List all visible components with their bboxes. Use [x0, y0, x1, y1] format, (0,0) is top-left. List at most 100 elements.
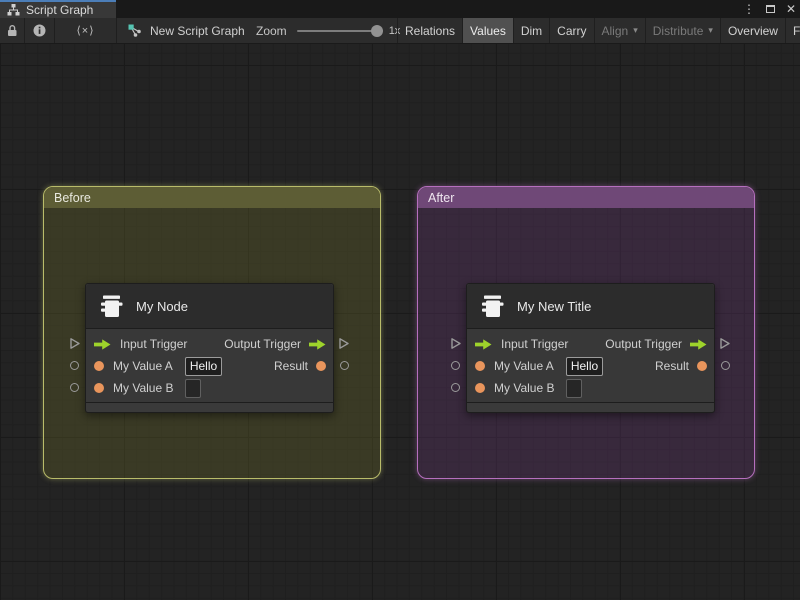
- group-after-label: After: [428, 190, 455, 205]
- zoom-slider-track: [296, 29, 383, 32]
- value-a-port[interactable]: My Value A: [467, 356, 603, 376]
- overview-button[interactable]: Overview: [719, 18, 785, 43]
- result-label: Result: [654, 359, 689, 373]
- values-button[interactable]: Values: [462, 18, 513, 43]
- fullscreen-button[interactable]: Full Scr: [784, 18, 800, 43]
- output-trigger-port[interactable]: Output Trigger: [605, 337, 714, 351]
- result-label: Result: [273, 359, 308, 373]
- node-header[interactable]: My New Title: [467, 284, 714, 329]
- overview-label: Overview: [727, 23, 778, 38]
- node-header[interactable]: My Node: [86, 284, 333, 329]
- dim-label: Dim: [520, 23, 543, 38]
- external-value-a-port[interactable]: [70, 361, 79, 370]
- window-maximize-button[interactable]: [763, 1, 777, 17]
- titlebar: Script Graph ⋮ ✕: [0, 0, 800, 18]
- unit-node-icon: [479, 294, 506, 319]
- distribute-label: Distribute: [652, 23, 704, 38]
- zoom-slider-handle[interactable]: [370, 24, 383, 37]
- window-controls: ⋮ ✕: [742, 0, 798, 18]
- tab-script-graph[interactable]: Script Graph: [0, 0, 116, 18]
- distribute-dropdown-button[interactable]: Distribute ▾: [644, 18, 720, 43]
- node-my-new-title[interactable]: My New Title Input Trigger Output Trigge…: [451, 283, 730, 413]
- window-close-button[interactable]: ✕: [784, 1, 798, 17]
- graph-name-label: New Script Graph: [150, 23, 245, 38]
- external-value-b-port[interactable]: [70, 383, 79, 392]
- value-b-row: My Value B: [467, 377, 714, 399]
- value-b-label: My Value B: [113, 381, 174, 395]
- value-a-label: My Value A: [113, 359, 173, 373]
- input-trigger-label: Input Trigger: [501, 337, 569, 351]
- value-a-input[interactable]: [565, 356, 603, 376]
- lock-button[interactable]: [0, 18, 25, 43]
- chevron-down-icon: ▾: [633, 25, 638, 35]
- value-b-input[interactable]: [185, 378, 202, 398]
- value-b-port[interactable]: My Value B: [467, 378, 583, 398]
- dim-button[interactable]: Dim: [512, 18, 549, 43]
- maximize-icon: [765, 5, 775, 13]
- graph-canvas[interactable]: Before After My Node Input Trigger Outpu…: [0, 44, 800, 600]
- relations-button[interactable]: Relations: [397, 18, 462, 43]
- external-value-a-port[interactable]: [451, 361, 460, 370]
- value-b-label: My Value B: [494, 381, 555, 395]
- value-b-input[interactable]: [566, 378, 583, 398]
- script-graph-asset-icon: [128, 24, 143, 37]
- node-body: Input Trigger Output Trigger My Value A: [86, 329, 333, 402]
- zoom-control: Zoom 1x: [256, 18, 400, 43]
- input-trigger-label: Input Trigger: [120, 337, 188, 351]
- value-a-input[interactable]: [184, 356, 222, 376]
- value-a-row: My Value A Result: [467, 355, 714, 377]
- flow-arrow-icon: [94, 338, 111, 350]
- output-trigger-port[interactable]: Output Trigger: [224, 337, 333, 351]
- code-view-icon: ⟨×⟩: [76, 25, 95, 37]
- input-trigger-port[interactable]: Input Trigger: [86, 337, 187, 351]
- trigger-row: Input Trigger Output Trigger: [86, 333, 333, 355]
- tab-label: Script Graph: [26, 3, 94, 17]
- flow-arrow-icon: [475, 338, 492, 350]
- toolbar-toggle-group: Relations Values Dim Carry Align ▾ Distr…: [397, 18, 800, 43]
- values-label: Values: [470, 23, 506, 38]
- kebab-menu-icon: ⋮: [743, 2, 755, 16]
- unit-node-icon: [98, 294, 125, 319]
- carry-button[interactable]: Carry: [549, 18, 593, 43]
- info-icon: [33, 24, 46, 37]
- external-flow-output-port[interactable]: [338, 337, 350, 350]
- flow-arrow-icon: [309, 338, 326, 350]
- align-dropdown-button[interactable]: Align ▾: [593, 18, 645, 43]
- info-button[interactable]: [25, 18, 55, 43]
- input-trigger-port[interactable]: Input Trigger: [467, 337, 568, 351]
- relations-label: Relations: [405, 23, 456, 38]
- fullscreen-label: Full Scr: [792, 23, 800, 38]
- chevron-down-icon: ▾: [708, 25, 713, 35]
- value-a-label: My Value A: [494, 359, 554, 373]
- value-a-row: My Value A Result: [86, 355, 333, 377]
- external-result-port[interactable]: [340, 361, 349, 370]
- zoom-slider[interactable]: [296, 24, 383, 37]
- external-flow-input-port[interactable]: [450, 337, 462, 350]
- output-trigger-label: Output Trigger: [605, 337, 682, 351]
- toolbar: ⟨×⟩ New Script Graph Zoom 1x Relations V…: [0, 18, 800, 44]
- graph-name-button[interactable]: New Script Graph: [128, 18, 245, 43]
- node-my-node[interactable]: My Node Input Trigger Output Trigger My …: [70, 283, 349, 413]
- external-value-b-port[interactable]: [451, 383, 460, 392]
- external-flow-output-port[interactable]: [719, 337, 731, 350]
- close-icon: ✕: [785, 2, 797, 16]
- value-port-icon: [316, 361, 326, 371]
- graph-hierarchy-icon: [7, 4, 20, 16]
- carry-label: Carry: [557, 23, 587, 38]
- lock-icon: [6, 24, 18, 37]
- value-a-port[interactable]: My Value A: [86, 356, 222, 376]
- node-title: My Node: [136, 298, 189, 314]
- window-menu-button[interactable]: ⋮: [742, 1, 756, 17]
- result-port[interactable]: Result: [274, 359, 333, 373]
- external-flow-input-port[interactable]: [69, 337, 81, 350]
- external-result-port[interactable]: [721, 361, 730, 370]
- code-view-button[interactable]: ⟨×⟩: [55, 18, 117, 43]
- group-before-header[interactable]: Before: [44, 187, 380, 208]
- group-before-label: Before: [54, 190, 91, 205]
- group-after-header[interactable]: After: [418, 187, 754, 208]
- node-footer: [467, 402, 714, 412]
- node-title: My New Title: [517, 298, 592, 314]
- value-b-port[interactable]: My Value B: [86, 378, 202, 398]
- zoom-label: Zoom: [256, 23, 287, 38]
- result-port[interactable]: Result: [655, 359, 714, 373]
